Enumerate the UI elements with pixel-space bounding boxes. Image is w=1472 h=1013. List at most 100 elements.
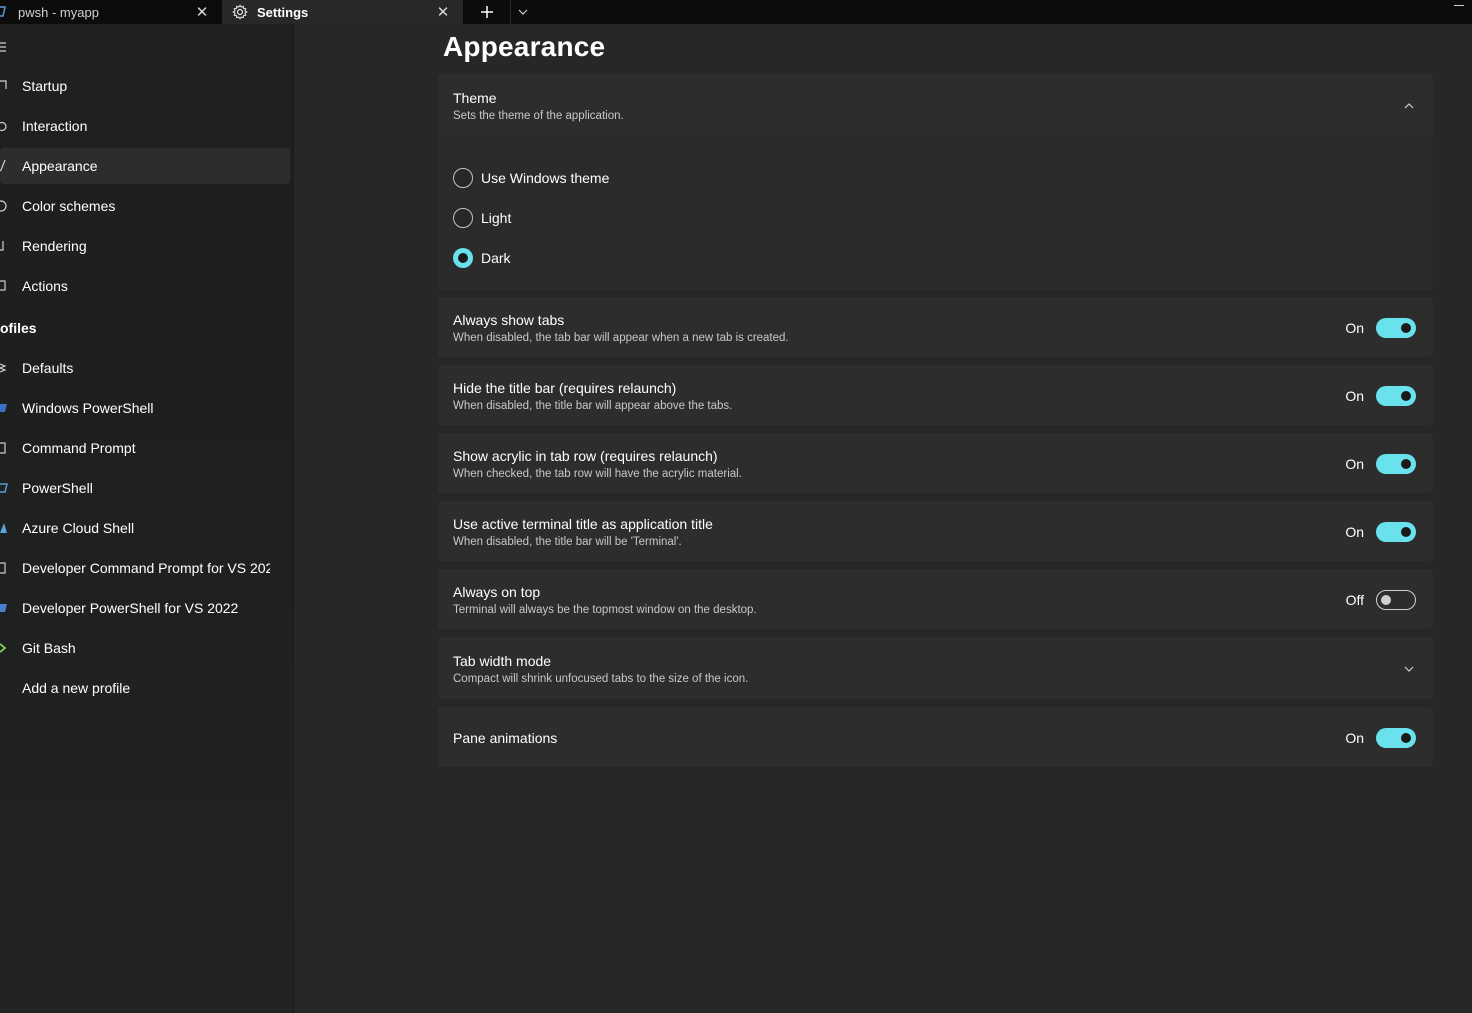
sidebar-item-label: Windows PowerShell: [22, 400, 154, 416]
rendering-icon: [0, 241, 4, 251]
sidebar-item-label: Command Prompt: [22, 440, 136, 456]
sidebar-item-color-schemes[interactable]: Color schemes: [0, 188, 290, 224]
radio-button[interactable]: [453, 168, 473, 188]
minimize-button[interactable]: [1454, 5, 1464, 6]
sidebar-item-rendering[interactable]: Rendering: [0, 228, 290, 264]
palette-icon: [0, 200, 7, 212]
close-icon[interactable]: ✕: [435, 0, 451, 24]
chevron-down-icon: [518, 9, 528, 15]
toggle-switch[interactable]: [1376, 590, 1416, 610]
vs-powershell-icon: [0, 604, 7, 612]
radio-label: Light: [481, 210, 512, 226]
new-tab-dropdown-button[interactable]: [511, 0, 535, 24]
toggle-state-label: On: [1345, 456, 1364, 472]
toggle-switch[interactable]: [1376, 386, 1416, 406]
tab-label: Settings: [257, 4, 309, 20]
radio-button[interactable]: [453, 248, 473, 268]
setting-title: Show acrylic in tab row (requires relaun…: [453, 448, 718, 464]
sidebar-item-label: PowerShell: [22, 480, 93, 496]
sidebar-item-appearance[interactable]: Appearance: [0, 148, 290, 184]
setting-description: Sets the theme of the application.: [453, 110, 624, 122]
sidebar-item-command-prompt[interactable]: Command Prompt: [0, 430, 290, 466]
theme-options: Use Windows theme Light Dark: [437, 138, 1434, 291]
sidebar-item-label: Developer PowerShell for VS 2022: [22, 600, 239, 616]
setting-hide-title-bar: Hide the title bar (requires relaunch) W…: [437, 364, 1434, 426]
setting-title: Pane animations: [453, 730, 558, 746]
toggle-state-label: On: [1345, 524, 1364, 540]
sidebar-item-label: Actions: [22, 278, 68, 294]
radio-button[interactable]: [453, 208, 473, 228]
vs-cmd-icon: [0, 562, 6, 574]
sidebar-item-interaction[interactable]: Interaction: [0, 108, 290, 144]
cmd-icon: [0, 442, 6, 454]
close-icon[interactable]: ✕: [194, 0, 210, 24]
sidebar-item-developer-powershell[interactable]: Developer PowerShell for VS 2022: [0, 590, 290, 626]
sidebar-item-powershell[interactable]: PowerShell: [0, 470, 290, 506]
toggle-state-label: Off: [1345, 592, 1364, 608]
tab-label: pwsh - myapp: [18, 4, 99, 20]
gear-icon: [232, 4, 248, 20]
azure-icon: [0, 523, 7, 533]
hamburger-icon[interactable]: [0, 41, 8, 53]
setting-description: Terminal will always be the topmost wind…: [453, 604, 757, 616]
radio-label: Dark: [481, 250, 511, 266]
sidebar-item-windows-powershell[interactable]: Windows PowerShell: [0, 390, 290, 426]
toggle-state-label: On: [1345, 388, 1364, 404]
sidebar-item-label: Defaults: [22, 360, 74, 376]
sidebar-item-azure-cloud-shell[interactable]: Azure Cloud Shell: [0, 510, 290, 546]
setting-description: When disabled, the title bar will be 'Te…: [453, 536, 682, 548]
radio-use-windows-theme[interactable]: Use Windows theme: [453, 166, 609, 190]
setting-title: Tab width mode: [453, 653, 552, 669]
terminal-icon: [0, 6, 6, 17]
setting-title: Hide the title bar (requires relaunch): [453, 380, 677, 396]
toggle-state-label: On: [1345, 730, 1364, 746]
chevron-down-icon: [1404, 666, 1414, 672]
powershell-icon: [0, 404, 7, 412]
profiles-header: ofiles: [0, 320, 37, 336]
setting-description: When disabled, the tab bar will appear w…: [453, 332, 789, 344]
tab-strip: pwsh - myapp ✕ Settings ✕: [0, 0, 1472, 24]
sidebar-item-developer-command-prompt[interactable]: Developer Command Prompt for VS 2022: [0, 550, 290, 586]
keyboard-icon: [0, 280, 6, 291]
startup-icon: [0, 80, 7, 89]
new-tab-button[interactable]: [463, 0, 511, 24]
plus-icon: [480, 6, 493, 18]
sidebar-item-add-profile[interactable]: Add a new profile: [0, 670, 290, 706]
layers-icon: [0, 363, 7, 373]
sidebar-item-label: Startup: [22, 78, 68, 94]
radio-dark[interactable]: Dark: [453, 246, 511, 270]
sidebar-item-label: Azure Cloud Shell: [22, 520, 135, 536]
setting-tab-width-mode[interactable]: Tab width mode Compact will shrink unfoc…: [437, 636, 1434, 700]
sidebar-item-actions[interactable]: Actions: [0, 268, 290, 304]
sidebar: Startup Interaction Appearance Color sch…: [0, 24, 294, 1013]
toggle-state-label: On: [1345, 320, 1364, 336]
sidebar-item-label: Appearance: [22, 158, 98, 174]
toggle-switch[interactable]: [1376, 318, 1416, 338]
toggle-switch[interactable]: [1376, 454, 1416, 474]
sidebar-item-startup[interactable]: Startup: [0, 68, 290, 104]
sidebar-item-label: Add a new profile: [22, 680, 131, 696]
sidebar-item-label: Git Bash: [22, 640, 76, 656]
sidebar-item-label: Developer Command Prompt for VS 2022: [22, 560, 270, 576]
appearance-icon: [0, 160, 6, 172]
setting-title: Use active terminal title as application…: [453, 516, 713, 532]
tab-pwsh[interactable]: pwsh - myapp ✕: [0, 0, 222, 24]
setting-active-terminal-title: Use active terminal title as application…: [437, 500, 1434, 562]
sidebar-item-git-bash[interactable]: Git Bash: [0, 630, 290, 666]
sidebar-item-defaults[interactable]: Defaults: [0, 350, 290, 386]
sidebar-item-label: Rendering: [22, 238, 87, 254]
theme-expander[interactable]: Theme Sets the theme of the application.: [437, 73, 1434, 138]
chevron-up-icon: [1404, 103, 1414, 109]
git-icon: [0, 643, 7, 653]
page-title: Appearance: [443, 31, 606, 62]
setting-description: When checked, the tab row will have the …: [453, 468, 742, 480]
interaction-icon: [0, 121, 7, 132]
tab-settings[interactable]: Settings ✕: [222, 0, 463, 24]
radio-light[interactable]: Light: [453, 206, 511, 230]
setting-title: Always on top: [453, 584, 541, 600]
setting-show-acrylic: Show acrylic in tab row (requires relaun…: [437, 432, 1434, 494]
powershell-icon: [0, 483, 8, 493]
toggle-switch[interactable]: [1376, 728, 1416, 748]
setting-always-show-tabs: Always show tabs When disabled, the tab …: [437, 296, 1434, 358]
toggle-switch[interactable]: [1376, 522, 1416, 542]
